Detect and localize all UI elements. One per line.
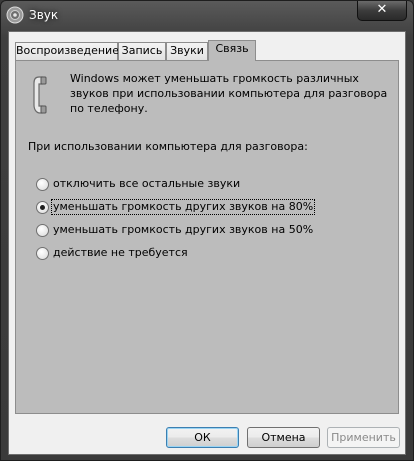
option-label: уменьшать громкость других звуков на 80%: [50, 199, 316, 215]
radio-mute-all[interactable]: [36, 178, 49, 191]
dialog-body: Воспроизведение Запись Звуки Связь Windo…: [8, 31, 406, 455]
close-button[interactable]: ✕: [357, 1, 407, 21]
window-title: Звук: [29, 8, 59, 22]
tab-strip: Воспроизведение Запись Звуки Связь: [15, 40, 403, 61]
phone-icon: [33, 76, 47, 114]
tab-playback[interactable]: Воспроизведение: [15, 42, 119, 60]
speaker-icon: [6, 6, 24, 24]
option-label: отключить все остальные звуки: [53, 177, 241, 190]
radio-reduce-50[interactable]: [36, 224, 49, 237]
radio-do-nothing[interactable]: [36, 247, 49, 260]
cancel-button[interactable]: Отмена: [247, 427, 320, 448]
communication-prompt: При использовании компьютера для разгово…: [28, 140, 308, 153]
radio-reduce-80[interactable]: [36, 201, 49, 214]
ok-button[interactable]: ОК: [166, 427, 239, 448]
close-icon: ✕: [376, 2, 388, 17]
tab-sounds[interactable]: Звуки: [166, 42, 208, 60]
option-label: уменьшать громкость других звуков на 50%: [53, 223, 314, 236]
apply-button[interactable]: Применить: [327, 427, 400, 448]
communications-panel: Windows может уменьшать громкость различ…: [15, 60, 399, 414]
description-text: Windows может уменьшать громкость различ…: [70, 72, 388, 115]
option-label: действие не требуется: [53, 246, 188, 259]
title-bar[interactable]: Звук ✕: [1, 1, 413, 31]
tab-recording[interactable]: Запись: [118, 42, 166, 60]
tab-communications[interactable]: Связь: [208, 40, 256, 61]
sound-dialog: Звук ✕ Воспроизведение Запись Звуки Связ…: [0, 0, 414, 461]
